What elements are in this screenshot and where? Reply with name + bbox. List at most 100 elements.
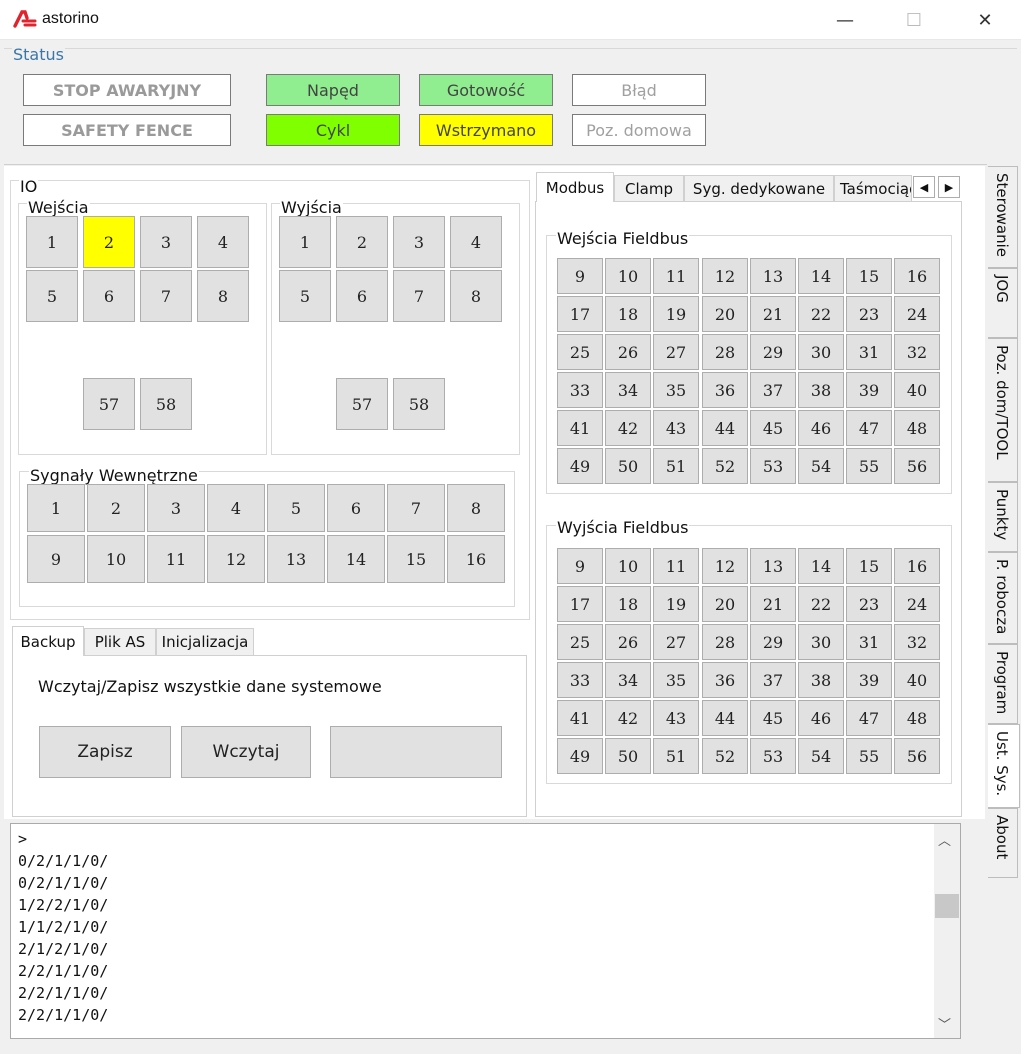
fieldbus-input-button-55[interactable]: 55 <box>846 448 892 484</box>
fieldbus-input-button-36[interactable]: 36 <box>702 372 748 408</box>
fieldbus-output-button-25[interactable]: 25 <box>557 624 603 660</box>
fieldbus-output-button-17[interactable]: 17 <box>557 586 603 622</box>
fieldbus-input-button-18[interactable]: 18 <box>605 296 651 332</box>
fieldbus-input-button-13[interactable]: 13 <box>750 258 796 294</box>
internal-signal-button-10[interactable]: 10 <box>87 535 145 583</box>
fieldbus-input-button-22[interactable]: 22 <box>798 296 844 332</box>
fieldbus-output-button-40[interactable]: 40 <box>894 662 940 698</box>
fieldbus-input-button-56[interactable]: 56 <box>894 448 940 484</box>
output-button-7[interactable]: 7 <box>393 270 445 322</box>
tab-inicjalizacja[interactable]: Inicjalizacja <box>156 628 254 655</box>
fieldbus-input-button-35[interactable]: 35 <box>653 372 699 408</box>
fieldbus-input-button-39[interactable]: 39 <box>846 372 892 408</box>
fieldbus-output-button-33[interactable]: 33 <box>557 662 603 698</box>
fieldbus-input-button-19[interactable]: 19 <box>653 296 699 332</box>
fieldbus-output-button-15[interactable]: 15 <box>846 548 892 584</box>
fieldbus-input-button-52[interactable]: 52 <box>702 448 748 484</box>
fieldbus-output-button-24[interactable]: 24 <box>894 586 940 622</box>
fieldbus-input-button-45[interactable]: 45 <box>750 410 796 446</box>
side-tab-about[interactable]: About <box>988 808 1018 878</box>
save-button[interactable]: Zapisz <box>39 726 171 778</box>
fieldbus-input-button-11[interactable]: 11 <box>653 258 699 294</box>
fieldbus-input-button-20[interactable]: 20 <box>702 296 748 332</box>
fieldbus-input-button-51[interactable]: 51 <box>653 448 699 484</box>
side-tab-poz-dom-tool[interactable]: Poz. dom/TOOL <box>988 338 1018 482</box>
fieldbus-output-button-39[interactable]: 39 <box>846 662 892 698</box>
load-button[interactable]: Wczytaj <box>181 726 311 778</box>
fieldbus-output-button-30[interactable]: 30 <box>798 624 844 660</box>
input-button-1[interactable]: 1 <box>26 216 78 268</box>
console-scrollbar[interactable]: ︿ ﹀ <box>934 824 960 1038</box>
fieldbus-input-button-16[interactable]: 16 <box>894 258 940 294</box>
fieldbus-input-button-54[interactable]: 54 <box>798 448 844 484</box>
fieldbus-input-button-41[interactable]: 41 <box>557 410 603 446</box>
fieldbus-output-button-20[interactable]: 20 <box>702 586 748 622</box>
fieldbus-output-button-22[interactable]: 22 <box>798 586 844 622</box>
input-button-4[interactable]: 4 <box>197 216 249 268</box>
side-tab-program[interactable]: Program <box>988 644 1018 724</box>
side-tab-punkty[interactable]: Punkty <box>988 482 1018 552</box>
tab-syg-dedykowane[interactable]: Syg. dedykowane <box>684 175 834 202</box>
fieldbus-output-button-18[interactable]: 18 <box>605 586 651 622</box>
fieldbus-output-button-48[interactable]: 48 <box>894 700 940 736</box>
output-button-8[interactable]: 8 <box>450 270 502 322</box>
internal-signal-button-4[interactable]: 4 <box>207 484 265 532</box>
internal-signal-button-1[interactable]: 1 <box>27 484 85 532</box>
fieldbus-input-button-44[interactable]: 44 <box>702 410 748 446</box>
fieldbus-output-button-36[interactable]: 36 <box>702 662 748 698</box>
console-output[interactable] <box>10 823 961 1039</box>
fieldbus-input-button-34[interactable]: 34 <box>605 372 651 408</box>
fieldbus-output-button-35[interactable]: 35 <box>653 662 699 698</box>
fieldbus-output-button-10[interactable]: 10 <box>605 548 651 584</box>
fieldbus-input-button-28[interactable]: 28 <box>702 334 748 370</box>
fieldbus-output-button-23[interactable]: 23 <box>846 586 892 622</box>
internal-signal-button-13[interactable]: 13 <box>267 535 325 583</box>
fieldbus-output-button-32[interactable]: 32 <box>894 624 940 660</box>
fieldbus-output-button-44[interactable]: 44 <box>702 700 748 736</box>
internal-signal-button-14[interactable]: 14 <box>327 535 385 583</box>
side-tab-sterowanie[interactable]: Sterowanie <box>988 166 1018 268</box>
empty-button[interactable] <box>330 726 502 778</box>
internal-signal-button-3[interactable]: 3 <box>147 484 205 532</box>
fieldbus-output-button-19[interactable]: 19 <box>653 586 699 622</box>
fieldbus-input-button-23[interactable]: 23 <box>846 296 892 332</box>
fieldbus-output-button-29[interactable]: 29 <box>750 624 796 660</box>
fieldbus-input-button-26[interactable]: 26 <box>605 334 651 370</box>
side-tab-p-robocza[interactable]: P. robocza <box>988 552 1018 644</box>
internal-signal-button-6[interactable]: 6 <box>327 484 385 532</box>
fieldbus-output-button-26[interactable]: 26 <box>605 624 651 660</box>
fieldbus-output-button-54[interactable]: 54 <box>798 738 844 774</box>
input-button-58[interactable]: 58 <box>140 378 192 430</box>
fieldbus-input-button-46[interactable]: 46 <box>798 410 844 446</box>
input-button-7[interactable]: 7 <box>140 270 192 322</box>
minimize-button[interactable]: — <box>822 4 868 36</box>
fieldbus-output-button-27[interactable]: 27 <box>653 624 699 660</box>
tab-clamp[interactable]: Clamp <box>614 175 684 202</box>
tab-tasmociag[interactable]: Taśmociąg <box>834 175 912 202</box>
output-button-5[interactable]: 5 <box>279 270 331 322</box>
side-tab-jog[interactable]: JOG <box>988 268 1018 338</box>
fieldbus-output-button-51[interactable]: 51 <box>653 738 699 774</box>
fieldbus-output-button-11[interactable]: 11 <box>653 548 699 584</box>
fieldbus-output-button-42[interactable]: 42 <box>605 700 651 736</box>
fieldbus-input-button-33[interactable]: 33 <box>557 372 603 408</box>
fieldbus-input-button-32[interactable]: 32 <box>894 334 940 370</box>
input-button-6[interactable]: 6 <box>83 270 135 322</box>
output-button-6[interactable]: 6 <box>336 270 388 322</box>
side-tab-ust-sys[interactable]: Ust. Sys. <box>988 724 1020 808</box>
fieldbus-output-button-14[interactable]: 14 <box>798 548 844 584</box>
fieldbus-input-button-10[interactable]: 10 <box>605 258 651 294</box>
fieldbus-input-button-27[interactable]: 27 <box>653 334 699 370</box>
fieldbus-output-button-21[interactable]: 21 <box>750 586 796 622</box>
fieldbus-output-button-53[interactable]: 53 <box>750 738 796 774</box>
internal-signal-button-9[interactable]: 9 <box>27 535 85 583</box>
fieldbus-output-button-50[interactable]: 50 <box>605 738 651 774</box>
fieldbus-output-button-9[interactable]: 9 <box>557 548 603 584</box>
fieldbus-input-button-40[interactable]: 40 <box>894 372 940 408</box>
fieldbus-output-button-47[interactable]: 47 <box>846 700 892 736</box>
tab-plik-as[interactable]: Plik AS <box>84 628 156 655</box>
input-button-5[interactable]: 5 <box>26 270 78 322</box>
output-button-58[interactable]: 58 <box>393 378 445 430</box>
fieldbus-input-button-37[interactable]: 37 <box>750 372 796 408</box>
output-button-3[interactable]: 3 <box>393 216 445 268</box>
